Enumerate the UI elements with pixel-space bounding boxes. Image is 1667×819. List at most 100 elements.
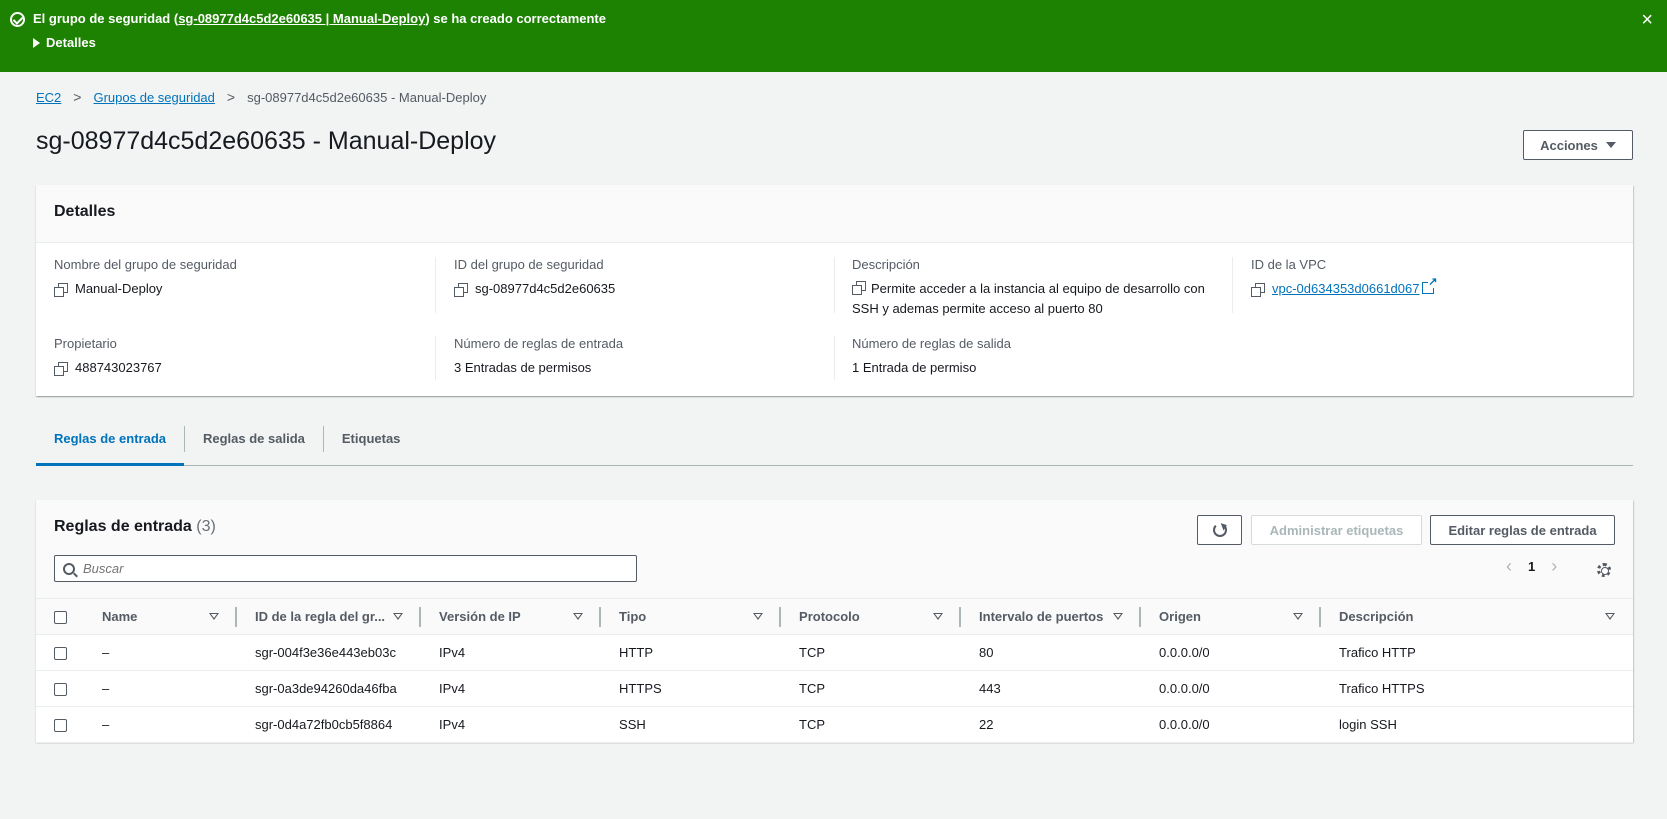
cell-port-range: 443: [961, 670, 1142, 707]
flash-details-toggle[interactable]: Detalles: [33, 35, 96, 50]
column-header-protocol[interactable]: Protocolo: [781, 598, 962, 635]
cell-name: –: [84, 634, 237, 671]
close-icon[interactable]: ×: [1641, 10, 1653, 30]
tab-outbound-rules[interactable]: Reglas de salida: [185, 420, 323, 466]
sort-down-icon: [933, 613, 944, 620]
cell-protocol: TCP: [781, 634, 962, 671]
cell-name: –: [84, 706, 237, 743]
cell-type: SSH: [601, 706, 782, 743]
current-page-number[interactable]: 1: [1528, 559, 1535, 574]
select-all-cell: [36, 598, 84, 635]
sort-down-icon: [1293, 613, 1304, 620]
column-header-port-range[interactable]: Intervalo de puertos: [961, 598, 1142, 635]
owner-value: 488743023767: [75, 360, 162, 375]
description-value: Permite acceder a la instancia al equipo…: [852, 281, 1205, 316]
flash-message-prefix: El grupo de seguridad (: [33, 11, 179, 26]
cell-source: 0.0.0.0/0: [1141, 670, 1322, 707]
column-label: Name: [102, 609, 138, 624]
column-header-type[interactable]: Tipo: [601, 598, 782, 635]
description-field: Descripción Permite acceder a la instanc…: [852, 257, 1212, 319]
column-header-rule-id[interactable]: ID de la regla del gr...: [237, 598, 422, 635]
sort-down-icon: [1605, 613, 1615, 620]
column-label: Origen: [1159, 609, 1201, 624]
divider: [435, 336, 436, 380]
actions-button[interactable]: Acciones: [1523, 130, 1633, 160]
details-heading: Detalles: [36, 185, 1633, 243]
row-checkbox[interactable]: [54, 647, 67, 661]
sort-down-icon: [1113, 613, 1124, 620]
column-header-name[interactable]: Name: [84, 598, 237, 635]
divider: [1232, 257, 1233, 313]
table-row[interactable]: – sgr-004f3e36e443eb03c IPv4 HTTP TCP 80…: [36, 634, 1633, 671]
cell-port-range: 80: [961, 634, 1142, 671]
sort-down-icon: [393, 613, 404, 620]
inbound-rules-title-text: Reglas de entrada: [54, 518, 192, 535]
group-name-field: Nombre del grupo de seguridad Manual-Dep…: [54, 257, 414, 299]
owner-label: Propietario: [54, 336, 117, 351]
tab-tags[interactable]: Etiquetas: [324, 420, 419, 466]
inbound-rules-panel: Reglas de entrada (3) Administrar etique…: [36, 500, 1633, 743]
cell-rule-id: sgr-0d4a72fb0cb5f8864: [237, 706, 422, 743]
external-link-icon[interactable]: [1422, 276, 1438, 294]
column-label: Protocolo: [799, 609, 860, 624]
inbound-count-field: Número de reglas de entrada 3 Entradas d…: [454, 336, 814, 378]
refresh-button[interactable]: [1197, 515, 1242, 545]
cell-description: Trafico HTTP: [1321, 634, 1633, 671]
group-id-label: ID del grupo de seguridad: [454, 257, 604, 272]
edit-inbound-rules-button[interactable]: Editar reglas de entrada: [1430, 515, 1615, 545]
vpc-id-label: ID de la VPC: [1251, 257, 1327, 272]
cell-port-range: 22: [961, 706, 1142, 743]
column-header-source[interactable]: Origen: [1141, 598, 1322, 635]
flash-security-group-link[interactable]: sg-08977d4c5d2e60635 | Manual-Deploy: [178, 11, 425, 26]
caret-right-icon: [33, 37, 40, 48]
success-check-icon: [10, 12, 25, 27]
page-title: sg-08977d4c5d2e60635 - Manual-Deploy: [36, 127, 497, 155]
table-row[interactable]: – sgr-0a3de94260da46fba IPv4 HTTPS TCP 4…: [36, 670, 1633, 707]
gear-icon[interactable]: [1597, 563, 1611, 577]
owner-field: Propietario 488743023767: [54, 336, 414, 378]
table-row[interactable]: – sgr-0d4a72fb0cb5f8864 IPv4 SSH TCP 22 …: [36, 706, 1633, 743]
breadcrumb-ec2[interactable]: EC2: [36, 90, 61, 105]
table-header-row: Name ID de la regla del gr... Versión de…: [36, 598, 1633, 635]
column-label: Descripción: [1339, 609, 1414, 624]
manage-tags-button[interactable]: Administrar etiquetas: [1251, 515, 1422, 545]
breadcrumb-security-groups[interactable]: Grupos de seguridad: [93, 90, 214, 105]
inbound-count-label: Número de reglas de entrada: [454, 336, 624, 351]
inbound-rules-title: Reglas de entrada (3): [54, 518, 216, 536]
cell-rule-id: sgr-0a3de94260da46fba: [237, 670, 422, 707]
previous-page-icon[interactable]: ‹: [1506, 556, 1512, 577]
tab-inbound-rules[interactable]: Reglas de entrada: [36, 420, 184, 466]
group-name-value: Manual-Deploy: [75, 281, 163, 296]
row-checkbox[interactable]: [54, 683, 67, 697]
cell-description: Trafico HTTPS: [1321, 670, 1633, 707]
cell-source: 0.0.0.0/0: [1141, 706, 1322, 743]
cell-protocol: TCP: [781, 670, 962, 707]
column-header-description[interactable]: Descripción: [1321, 598, 1633, 635]
group-id-value: sg-08977d4c5d2e60635: [475, 281, 616, 296]
vpc-id-link[interactable]: vpc-0d634353d0661d067: [1272, 281, 1419, 296]
copy-icon[interactable]: [1251, 283, 1265, 297]
search-input[interactable]: [83, 561, 623, 576]
column-header-ip-version[interactable]: Versión de IP: [421, 598, 602, 635]
copy-icon[interactable]: [54, 362, 68, 376]
search-box: [54, 555, 637, 582]
column-label: Tipo: [619, 609, 647, 624]
copy-icon[interactable]: [852, 281, 866, 295]
details-panel: Detalles Nombre del grupo de seguridad M…: [36, 185, 1633, 396]
description-label: Descripción: [852, 257, 920, 272]
copy-icon[interactable]: [54, 283, 68, 297]
cell-source: 0.0.0.0/0: [1141, 634, 1322, 671]
tabs: Reglas de entrada Reglas de salida Etiqu…: [36, 420, 1633, 466]
cell-type: HTTPS: [601, 670, 782, 707]
success-flash-banner: El grupo de seguridad (sg-08977d4c5d2e60…: [0, 0, 1667, 72]
cell-ip-version: IPv4: [421, 670, 602, 707]
copy-icon[interactable]: [454, 283, 468, 297]
select-all-checkbox[interactable]: [54, 611, 67, 625]
outbound-count-field: Número de reglas de salida 1 Entrada de …: [852, 336, 1212, 378]
actions-button-label: Acciones: [1540, 137, 1598, 153]
row-select-cell: [36, 706, 84, 743]
next-page-icon[interactable]: ›: [1551, 556, 1557, 577]
row-select-cell: [36, 634, 84, 671]
sort-down-icon: [753, 613, 764, 620]
row-checkbox[interactable]: [54, 719, 67, 733]
